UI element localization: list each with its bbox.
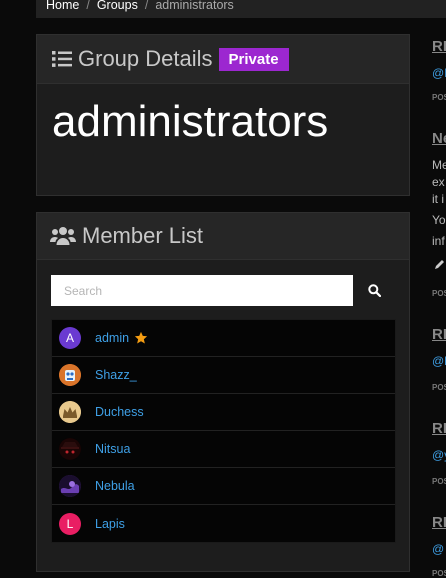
member-name[interactable]: admin xyxy=(95,331,129,345)
post-mention[interactable]: @E xyxy=(432,354,446,368)
post-mention[interactable]: @ xyxy=(432,542,444,556)
member-row-shazz[interactable]: Shazz_ xyxy=(52,357,395,394)
member-list: A admin Shazz_ Duchess Nitsua Nebula L L… xyxy=(51,319,396,543)
member-list-title: Member List xyxy=(82,223,204,248)
group-details-panel: Group Details Private administrators xyxy=(36,34,410,196)
post-meta: POS xyxy=(432,93,446,102)
member-list-heading: Member List xyxy=(37,213,409,260)
post-excerpt-line: ex xyxy=(432,175,445,189)
post-meta: POS xyxy=(432,383,446,392)
member-name[interactable]: Shazz_ xyxy=(95,368,137,382)
breadcrumb-separator: / xyxy=(86,0,90,12)
member-name[interactable]: Lapis xyxy=(95,517,125,531)
member-row-lapis[interactable]: L Lapis xyxy=(52,505,395,542)
private-badge: Private xyxy=(218,47,289,71)
post-title[interactable]: Ne xyxy=(432,130,446,147)
avatar xyxy=(59,364,81,386)
breadcrumb-home[interactable]: Home xyxy=(46,0,79,12)
member-name[interactable]: Nitsua xyxy=(95,442,130,456)
member-list-panel: Member List A admin Shazz_ Duc xyxy=(36,212,410,572)
post-mention[interactable]: @I xyxy=(432,66,446,80)
pencil-icon xyxy=(434,258,446,270)
post-title[interactable]: RE xyxy=(432,38,446,55)
post-title[interactable]: RE xyxy=(432,326,446,343)
avatar: L xyxy=(59,512,81,535)
member-name[interactable]: Nebula xyxy=(95,479,135,493)
post-excerpt-line: Me xyxy=(432,158,446,172)
star-icon xyxy=(134,331,148,345)
post-meta: POS xyxy=(432,289,446,298)
breadcrumb-separator: / xyxy=(144,0,149,12)
group-details-heading: Group Details Private xyxy=(37,35,409,84)
avatar xyxy=(59,438,81,460)
post-mention[interactable]: @y xyxy=(432,448,446,462)
post-meta: POS xyxy=(432,477,446,486)
group-name: administrators xyxy=(52,97,329,146)
recent-posts-sidebar: RE @I POS Ne Me ex it i Yo inf POS RE @E… xyxy=(424,0,446,578)
breadcrumb: Home / Groups / administrators xyxy=(36,0,446,18)
search-button[interactable] xyxy=(359,275,389,306)
member-row-duchess[interactable]: Duchess xyxy=(52,394,395,431)
group-details-title: Group Details xyxy=(78,46,213,71)
member-search-input[interactable] xyxy=(51,275,353,306)
member-search xyxy=(51,275,395,306)
breadcrumb-current: administrators xyxy=(155,0,234,12)
users-icon xyxy=(50,226,76,246)
member-row-nebula[interactable]: Nebula xyxy=(52,468,395,505)
post-title[interactable]: RE xyxy=(432,420,446,437)
list-icon xyxy=(52,50,72,68)
avatar xyxy=(59,475,81,497)
avatar xyxy=(59,401,81,423)
breadcrumb-groups[interactable]: Groups xyxy=(97,0,138,12)
post-excerpt-line: Yo xyxy=(432,213,446,227)
member-row-nitsua[interactable]: Nitsua xyxy=(52,431,395,468)
member-row-admin[interactable]: A admin xyxy=(52,320,395,357)
search-icon xyxy=(367,284,381,297)
post-meta: POS xyxy=(432,569,446,578)
avatar: A xyxy=(59,327,81,349)
member-name[interactable]: Duchess xyxy=(95,405,144,419)
post-excerpt-line: inf xyxy=(432,234,445,248)
post-title[interactable]: RE xyxy=(432,514,446,531)
post-excerpt-line: it i xyxy=(432,192,444,206)
